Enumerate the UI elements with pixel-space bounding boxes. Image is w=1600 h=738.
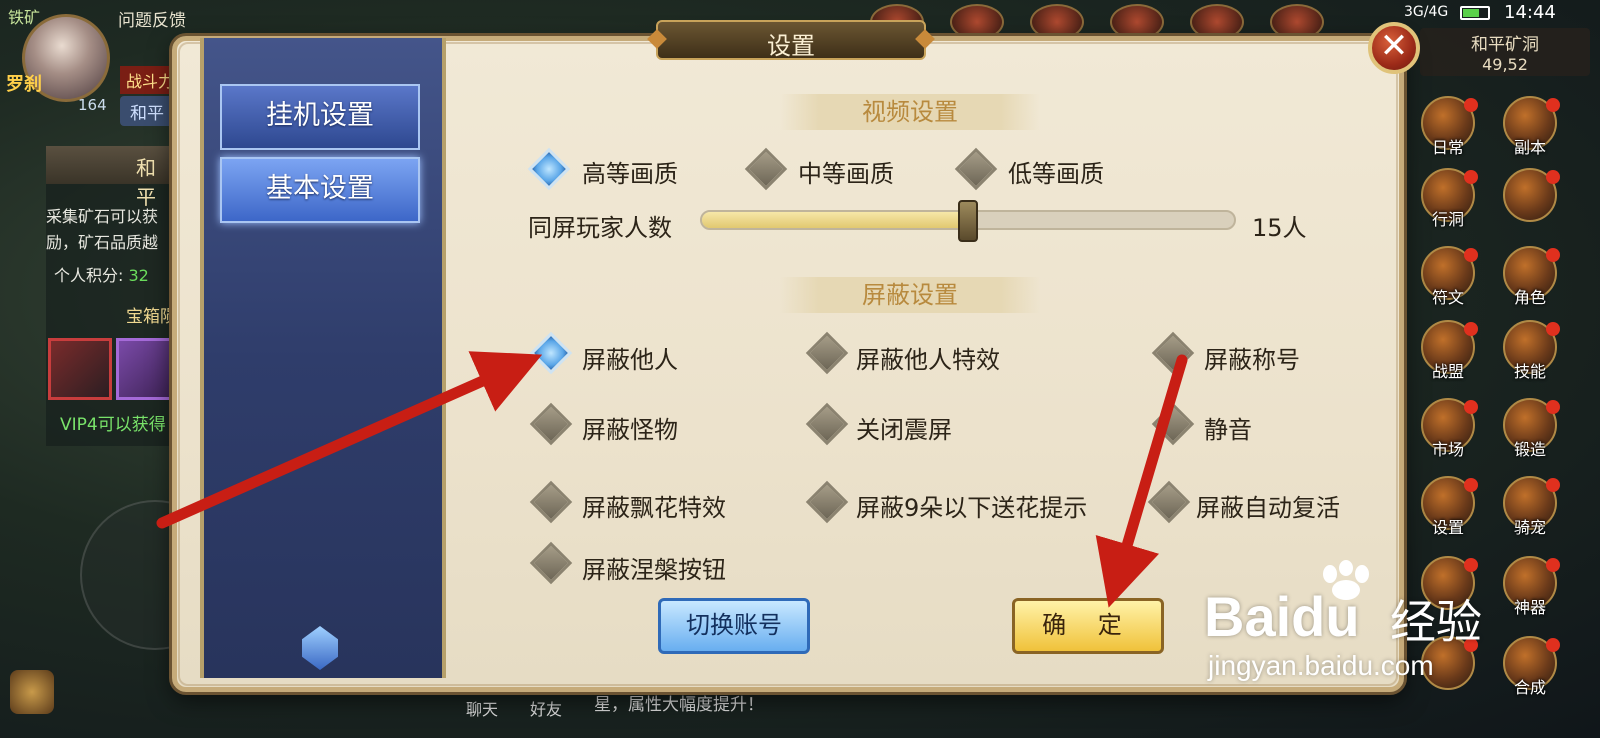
- tab-basic-settings[interactable]: 基本设置: [220, 157, 420, 223]
- baidu-logo-a: Bai: [1204, 585, 1292, 648]
- disable-shake-label: 关闭震屏: [856, 416, 952, 444]
- side-menu-label: 市场: [1431, 440, 1464, 459]
- block-nirvana-label: 屏蔽涅槃按钮: [582, 556, 726, 584]
- map-coords: 49,52: [1482, 55, 1528, 74]
- network-indicator: 3G/4G: [1404, 4, 1449, 20]
- event-icon[interactable]: [1030, 4, 1084, 40]
- side-menu-label: 设置: [1431, 518, 1464, 537]
- notification-dot: [1464, 558, 1478, 572]
- chat-message: 星，属性大幅度提升！: [594, 695, 764, 715]
- player-count-slider-fill: [702, 212, 968, 228]
- chat-button[interactable]: 聊天: [466, 696, 498, 720]
- chest-label: 宝箱陨: [126, 307, 177, 327]
- block-others-label: 屏蔽他人: [582, 346, 678, 374]
- notification-dot: [1464, 400, 1478, 414]
- side-menu-label: 技能: [1513, 362, 1546, 381]
- event-icon[interactable]: [950, 4, 1004, 40]
- block-settings-header: 屏蔽设置: [780, 277, 1040, 313]
- feedback-link[interactable]: 问题反馈: [118, 6, 186, 31]
- reward-item-tile[interactable]: [48, 338, 112, 400]
- baidu-logo: Baidu: [1204, 584, 1360, 649]
- battery-icon: [1460, 6, 1490, 20]
- notification-dot: [1546, 478, 1560, 492]
- notification-dot: [1464, 170, 1478, 184]
- notification-dot: [1546, 558, 1560, 572]
- event-icon[interactable]: [1190, 4, 1244, 40]
- player-name: 罗刹: [6, 74, 42, 95]
- close-button[interactable]: ✕: [1368, 22, 1420, 74]
- player-count-label: 同屏玩家人数: [528, 214, 672, 242]
- resource-label: 铁矿: [8, 8, 41, 27]
- notification-dot: [1546, 322, 1560, 336]
- side-menu-label: 合成: [1513, 678, 1546, 697]
- event-icon[interactable]: [1110, 4, 1164, 40]
- personal-score-label: 个人积分:: [54, 266, 124, 285]
- dialog-title: 设置: [656, 20, 926, 60]
- map-name: 和平矿洞: [1471, 35, 1539, 55]
- block-titles-label: 屏蔽称号: [1204, 346, 1300, 374]
- block-petal-effects-label: 屏蔽飘花特效: [582, 494, 726, 522]
- side-menu-label: 锻造: [1513, 440, 1546, 459]
- mount-icon[interactable]: [10, 670, 54, 714]
- switch-account-button[interactable]: 切换账号: [658, 598, 810, 654]
- notification-dot: [1546, 170, 1560, 184]
- notification-dot: [1464, 98, 1478, 112]
- side-menu-label: 日常: [1431, 138, 1464, 157]
- mine-description: 采集矿石可以获励，矿石品质越: [46, 207, 159, 252]
- personal-score-value: 32: [128, 266, 149, 285]
- reward-item-tile[interactable]: [116, 338, 180, 400]
- side-menu-label: 战盟: [1431, 362, 1464, 381]
- confirm-button[interactable]: 确 定: [1012, 598, 1164, 654]
- block-auto-revive-label: 屏蔽自动复活: [1196, 494, 1340, 522]
- notification-dot: [1464, 322, 1478, 336]
- quality-medium-label: 中等画质: [798, 160, 894, 188]
- side-menu-label: 角色: [1513, 288, 1546, 307]
- notification-dot: [1546, 248, 1560, 262]
- battle-power-label: 战斗力: [120, 66, 181, 94]
- quality-low-label: 低等画质: [1008, 160, 1104, 188]
- block-others-effects-label: 屏蔽他人特效: [856, 346, 1000, 374]
- event-icon[interactable]: [1270, 4, 1324, 40]
- vip-text: VIP4可以获得: [60, 415, 166, 435]
- block-flower-tips-label: 屏蔽9朵以下送花提示: [856, 494, 1088, 522]
- personal-score: 个人积分: 32: [54, 262, 149, 286]
- player-count-value: 15人: [1252, 214, 1307, 242]
- block-monsters-label: 屏蔽怪物: [582, 416, 678, 444]
- notification-dot: [1464, 478, 1478, 492]
- notification-dot: [1546, 400, 1560, 414]
- player-count-slider-handle[interactable]: [958, 200, 978, 242]
- side-menu-label: 符文: [1431, 288, 1464, 307]
- clock: 14:44: [1504, 2, 1556, 23]
- mute-label: 静音: [1204, 416, 1252, 444]
- side-menu-label: 行洞: [1431, 210, 1464, 229]
- notification-dot: [1546, 98, 1560, 112]
- quality-high-label: 高等画质: [582, 160, 678, 188]
- baidu-logo-b: du: [1291, 585, 1360, 648]
- video-settings-header: 视频设置: [780, 94, 1040, 130]
- friends-button[interactable]: 好友: [530, 696, 562, 720]
- notification-dot: [1464, 248, 1478, 262]
- map-info[interactable]: 和平矿洞 49,52: [1420, 28, 1590, 76]
- close-icon: ✕: [1379, 26, 1409, 66]
- watermark-url: jingyan.baidu.com: [1208, 650, 1434, 681]
- side-menu-label: 神器: [1513, 598, 1546, 617]
- notification-dot: [1546, 638, 1560, 652]
- watermark-cn: 经验: [1390, 595, 1482, 649]
- side-menu-label: 副本: [1513, 138, 1546, 157]
- mine-info-panel: [46, 146, 186, 446]
- tab-auto-settings[interactable]: 挂机设置: [220, 84, 420, 150]
- side-menu-label: 骑宠: [1513, 518, 1546, 537]
- player-level: 164: [78, 96, 107, 114]
